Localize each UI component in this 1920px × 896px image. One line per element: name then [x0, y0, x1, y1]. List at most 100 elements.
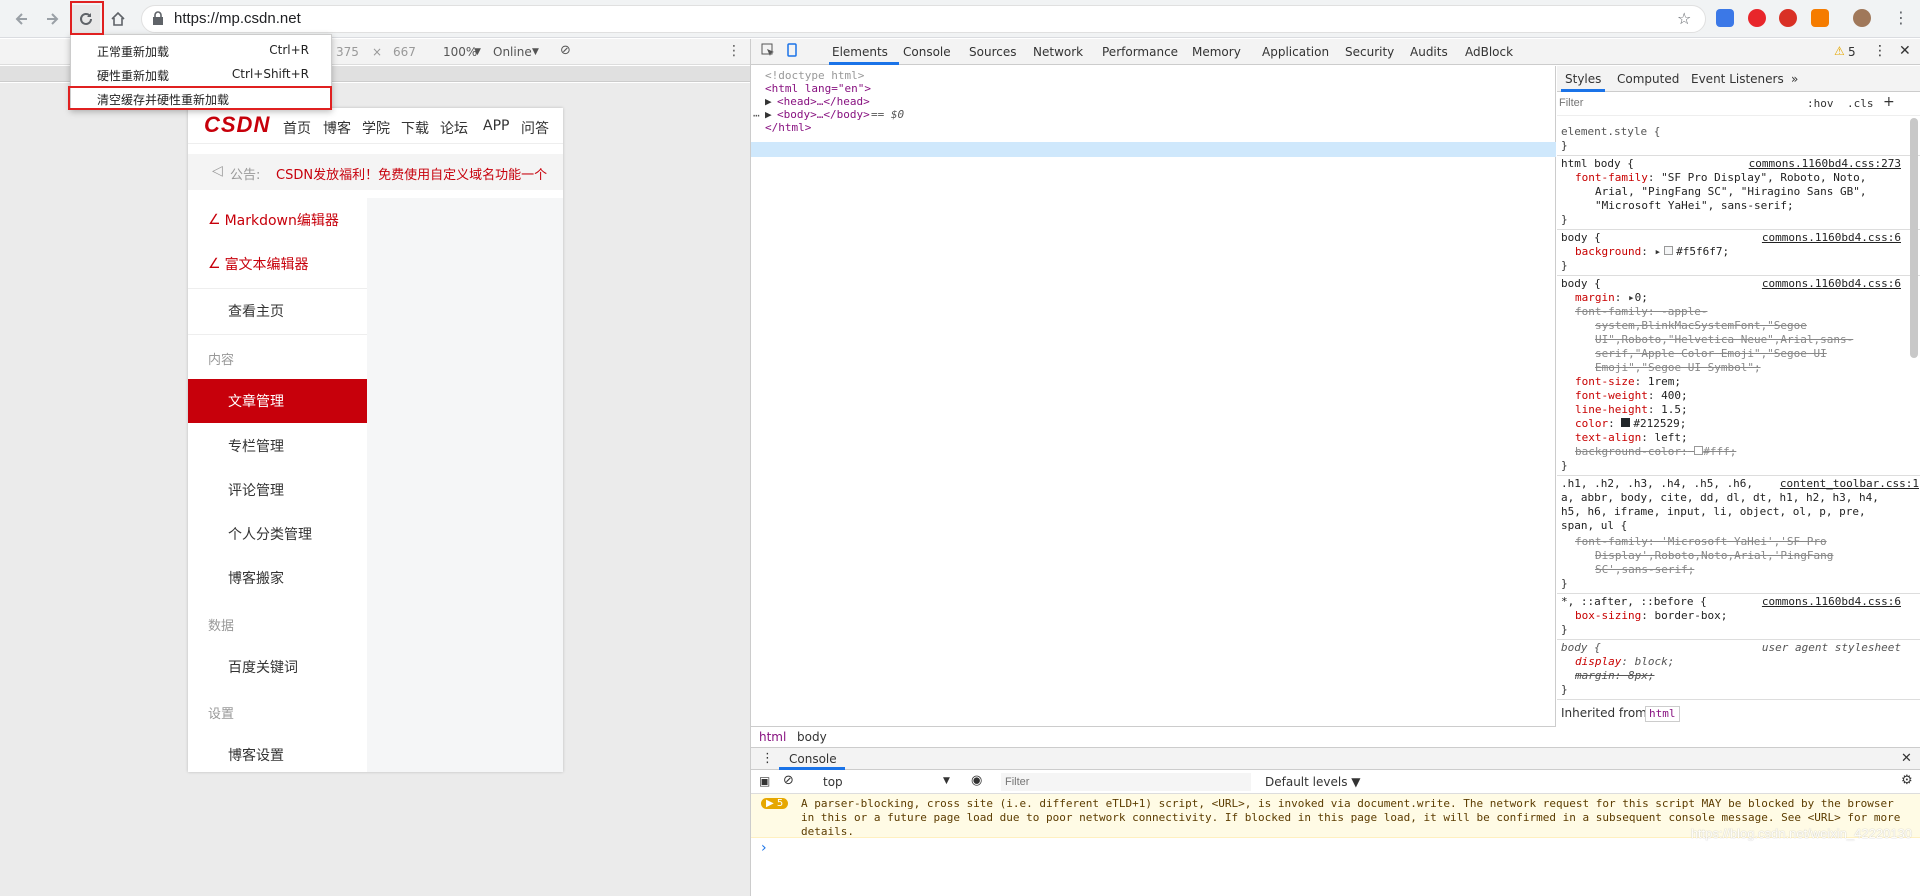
head-node[interactable]: <head>…</head> [777, 95, 870, 108]
rule-source-link[interactable]: commons.1160bd4.css:6 [1762, 231, 1901, 244]
csdn-logo[interactable]: CSDN [204, 112, 270, 138]
menu-normal-reload[interactable]: 正常重新加载 [97, 43, 169, 60]
rule-selector[interactable]: *, ::after, ::before { [1561, 595, 1707, 609]
nav-qa[interactable]: 问答 [521, 118, 549, 138]
rule-source-link[interactable]: commons.1160bd4.css:273 [1749, 157, 1901, 170]
tab-application[interactable]: Application [1262, 45, 1329, 59]
element-style-selector[interactable]: element.style { [1561, 125, 1660, 139]
crumb-html[interactable]: html [759, 730, 786, 744]
address-bar[interactable] [141, 5, 1706, 33]
overridden-background-color[interactable]: background-color: [1575, 445, 1688, 458]
drawer-menu-icon[interactable]: ⋮ [761, 751, 774, 766]
color-swatch[interactable] [1664, 246, 1674, 255]
context-select[interactable]: top [823, 775, 843, 789]
menu-hard-reload[interactable]: 硬性重新加载 [97, 67, 169, 84]
body-node[interactable]: <body>…</body> [777, 108, 870, 121]
console-prompt[interactable]: › [761, 840, 767, 856]
zoom-select[interactable]: 100% [443, 45, 477, 59]
close-drawer-icon[interactable]: ✕ [1901, 751, 1912, 766]
rule-source-link[interactable]: commons.1160bd4.css:6 [1762, 595, 1901, 608]
prop-value[interactable]: 0; [1635, 291, 1648, 304]
profile-avatar[interactable] [1853, 9, 1871, 27]
prop-line-height[interactable]: line-height [1575, 403, 1648, 416]
color-swatch[interactable] [1694, 446, 1704, 455]
clear-console-icon[interactable]: ⊘ [783, 773, 794, 788]
prop-margin[interactable]: margin [1575, 291, 1615, 304]
hover-toggle[interactable]: :hov [1807, 97, 1834, 110]
home-icon[interactable] [104, 5, 132, 33]
prop-value[interactable]: "SF Pro Display", Roboto, Noto, [1661, 171, 1866, 184]
network-throttle-select[interactable]: Online [493, 45, 532, 59]
prop-value[interactable]: 1.5; [1661, 403, 1688, 416]
rule-selector[interactable]: html body { [1561, 157, 1634, 171]
nav-academy[interactable]: 学院 [362, 118, 390, 138]
adblock-extension-icon[interactable] [1779, 9, 1797, 27]
prop-value[interactable]: 1rem; [1648, 375, 1681, 388]
prop-value[interactable]: Arial, "PingFang SC", "Hiragino Sans GB"… [1595, 185, 1867, 199]
prop-value[interactable]: #212529; [1633, 417, 1686, 430]
class-toggle[interactable]: .cls [1847, 97, 1874, 110]
device-width[interactable]: 375 [336, 45, 359, 59]
console-settings-icon[interactable]: ⚙ [1901, 773, 1913, 788]
nav-home[interactable]: 首页 [283, 118, 311, 138]
warning-count-badge[interactable]: ▶ 5 [761, 798, 789, 809]
crumb-body[interactable]: body [797, 730, 827, 744]
tab-elements[interactable]: Elements [832, 45, 888, 59]
more-tabs-icon[interactable]: » [1791, 72, 1798, 86]
tab-console[interactable]: Console [903, 45, 951, 59]
rule-selector[interactable]: body { [1561, 277, 1601, 291]
sidebar-markdown-editor[interactable]: ∠ Markdown编辑器 [188, 198, 367, 242]
sidebar-comment-manage[interactable]: 评论管理 [188, 468, 367, 512]
prop-font-family[interactable]: font-family [1575, 171, 1648, 184]
sidebar-category-manage[interactable]: 个人分类管理 [188, 512, 367, 556]
inherited-from-tag[interactable]: html [1645, 706, 1680, 722]
tab-performance[interactable]: Performance [1102, 45, 1178, 59]
tab-network[interactable]: Network [1033, 45, 1083, 59]
expand-triangle-icon[interactable]: ▸ [1628, 291, 1635, 304]
sidebar-article-manage[interactable]: 文章管理 [188, 379, 367, 423]
rotate-icon[interactable]: ⊘ [560, 43, 571, 58]
browser-menu-icon[interactable]: ⋮ [1893, 8, 1909, 27]
prop-background[interactable]: background [1575, 245, 1641, 258]
prop-font-weight[interactable]: font-weight [1575, 389, 1648, 402]
html-close-node[interactable]: </html> [765, 121, 811, 134]
sidebar-view-home[interactable]: 查看主页 [188, 289, 367, 333]
tab-drawer-console[interactable]: Console [789, 752, 837, 766]
nav-download[interactable]: 下载 [401, 118, 429, 138]
tab-memory[interactable]: Memory [1192, 45, 1241, 59]
forward-icon[interactable] [38, 5, 66, 33]
device-menu-icon[interactable]: ⋮ [727, 43, 741, 59]
bookmark-star-icon[interactable]: ☆ [1677, 9, 1691, 28]
sidebar-richtext-editor[interactable]: ∠ 富文本编辑器 [188, 242, 367, 286]
devtools-menu-icon[interactable]: ⋮ [1873, 43, 1887, 59]
rule-selector[interactable]: body { [1561, 641, 1601, 655]
device-height[interactable]: 667 [393, 45, 416, 59]
prop-value[interactable]: 400; [1661, 389, 1688, 402]
log-levels-select[interactable]: Default levels ▼ [1265, 775, 1361, 789]
color-swatch[interactable] [1621, 418, 1631, 427]
warning-count[interactable]: 5 [1848, 45, 1856, 59]
extension-orange-icon[interactable] [1811, 9, 1829, 27]
tab-sources[interactable]: Sources [969, 45, 1016, 59]
extension-red-icon[interactable] [1748, 9, 1766, 27]
prop-display[interactable]: display [1575, 655, 1621, 668]
inspect-element-icon[interactable] [761, 43, 775, 60]
prop-font-size[interactable]: font-size [1575, 375, 1635, 388]
doctype-node[interactable]: <!doctype html> [765, 69, 864, 82]
nav-blog[interactable]: 博客 [323, 118, 351, 138]
rule-source-link[interactable]: commons.1160bd4.css:6 [1762, 277, 1901, 290]
nav-app[interactable]: APP [483, 118, 509, 134]
prop-box-sizing[interactable]: box-sizing [1575, 609, 1641, 622]
sidebar-blog-move[interactable]: 博客搬家 [188, 556, 367, 600]
close-devtools-icon[interactable]: ✕ [1899, 43, 1911, 59]
rule-selector[interactable]: .h1, .h2, .h3, .h4, .h5, .h6, [1561, 477, 1753, 491]
nav-forum[interactable]: 论坛 [440, 118, 468, 138]
eye-icon[interactable]: ◉ [971, 773, 982, 788]
rule-source-link[interactable]: content_toolbar.css:1 [1780, 477, 1919, 490]
console-filter-input[interactable] [1001, 773, 1251, 791]
prop-text-align[interactable]: text-align [1575, 431, 1641, 444]
tab-computed[interactable]: Computed [1617, 72, 1679, 86]
expand-triangle-icon[interactable]: ▶ [765, 95, 772, 108]
sidebar-blog-settings[interactable]: 博客设置 [188, 733, 367, 772]
overridden-margin[interactable]: margin: 8px; [1575, 669, 1654, 683]
